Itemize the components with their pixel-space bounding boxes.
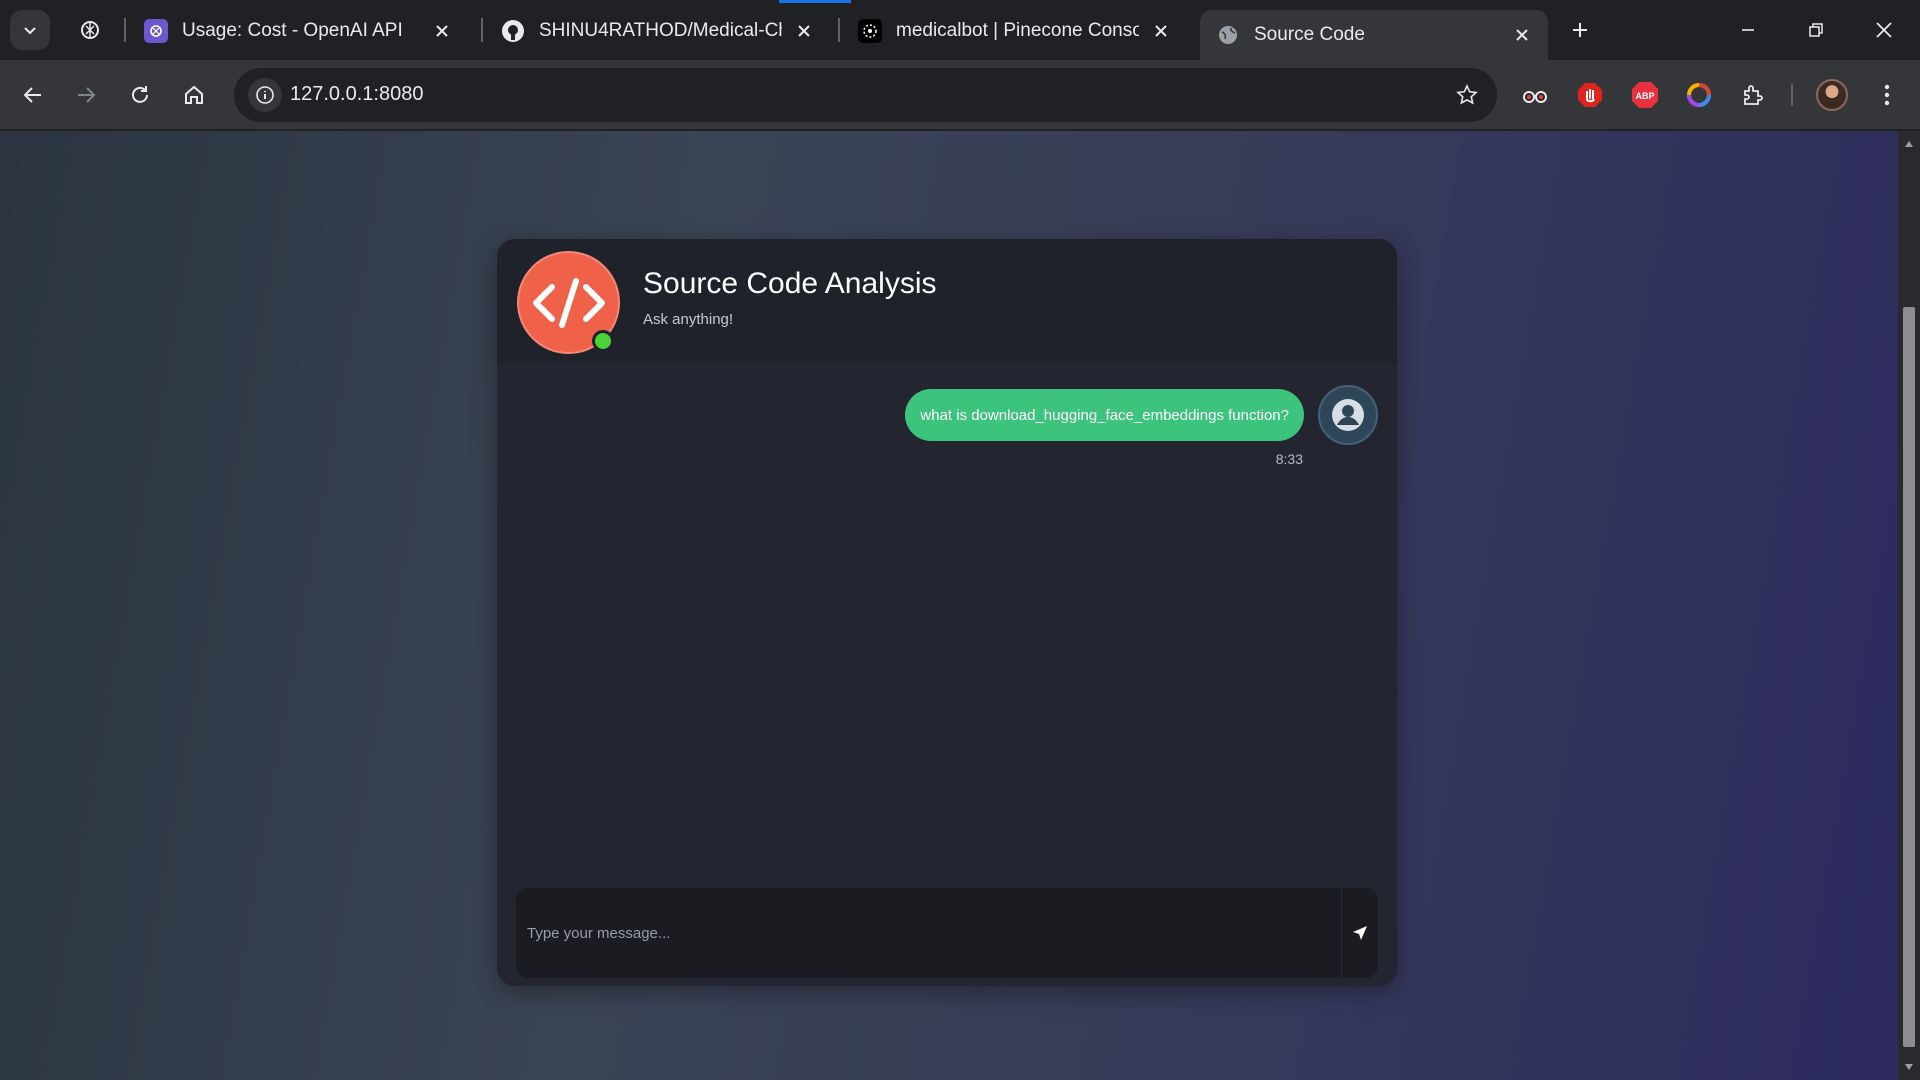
svg-text:ABP: ABP [1635,91,1654,101]
user-avatar [1318,385,1378,445]
glasses-extension-icon[interactable] [1517,77,1553,113]
tab-openai-usage[interactable]: Usage: Cost - OpenAI API [128,10,468,52]
globe-icon [1216,23,1240,47]
tab-separator [124,18,126,42]
tab-title: Usage: Cost - OpenAI API [182,20,403,41]
reload-icon [132,86,148,103]
tab-separator [838,18,840,42]
tab-strip: Usage: Cost - OpenAI API SHINU4RATHOD/Me… [0,0,1920,60]
address-bar[interactable]: 127.0.0.1:8080 [234,68,1497,122]
github-icon [501,19,525,43]
message-input[interactable] [516,888,1342,978]
page-scrollbar[interactable] [1898,131,1920,1080]
close-icon[interactable] [1149,19,1173,43]
send-icon [1353,926,1367,940]
puzzle-icon[interactable] [1735,77,1771,113]
message-list: what is download_hugging_face_embeddings… [497,363,1397,863]
close-icon [1876,22,1892,38]
bookmark-button[interactable] [1451,79,1483,111]
reload-button[interactable] [120,75,160,115]
tab-title: Source Code [1254,24,1365,45]
scroll-up-arrow-icon[interactable] [1902,137,1916,151]
menu-button[interactable] [1867,75,1907,115]
hand-stop-extension-icon[interactable] [1572,77,1608,113]
close-icon[interactable] [1510,23,1534,47]
page-viewport: Source Code Analysis Ask anything! what … [0,131,1898,1080]
user-icon [1332,399,1364,431]
tab-title: SHINU4RATHOD/Medical-Chatbot [539,20,782,41]
toolbar-separator [1791,84,1793,106]
tab-source-code[interactable]: Source Code [1200,10,1548,60]
tab-github-medical-chatbot[interactable]: SHINU4RATHOD/Medical-Chatbot [485,10,830,52]
send-button[interactable] [1342,888,1378,978]
tab-search-button[interactable] [10,10,50,50]
chat-title: Source Code Analysis [643,267,937,300]
tab-title: medicalbot | Pinecone Console [896,20,1139,41]
site-info-button[interactable] [248,78,282,112]
chat-card: Source Code Analysis Ask anything! what … [497,239,1397,986]
home-icon [185,85,203,104]
tab-pinecone-console[interactable]: medicalbot | Pinecone Console [842,10,1187,52]
back-button[interactable] [13,75,53,115]
new-tab-button[interactable] [1564,14,1596,46]
scroll-down-arrow-icon[interactable] [1902,1060,1916,1074]
close-icon[interactable] [792,19,816,43]
tab-loading-indicator [779,0,851,3]
browser-toolbar: 127.0.0.1:8080 ABP [0,60,1920,130]
tab-separator [481,18,483,42]
plus-icon [1573,23,1587,37]
chat-subtitle: Ask anything! [643,311,734,328]
forward-button[interactable] [66,75,106,115]
pinecone-icon [858,19,882,43]
more-vert-icon [1884,84,1890,106]
star-icon [1456,84,1478,105]
chatgpt-icon [81,21,99,39]
info-icon [256,86,274,104]
code-icon [532,277,605,328]
openai-icon [144,19,168,43]
url-text[interactable]: 127.0.0.1:8080 [290,83,423,106]
chevron-down-icon [24,27,36,35]
arrow-right-icon [78,87,96,103]
chat-header: Source Code Analysis Ask anything! [497,239,1397,363]
user-message-bubble: what is download_hugging_face_embeddings… [905,389,1304,441]
pinned-tab-chatgpt[interactable] [70,12,110,48]
home-button[interactable] [174,75,214,115]
arrow-left-icon [23,87,41,103]
profile-avatar[interactable] [1816,79,1848,111]
close-icon[interactable] [430,19,454,43]
minimize-button[interactable] [1726,8,1770,52]
message-timestamp: 8:33 [1275,451,1303,467]
restore-button[interactable] [1794,8,1838,52]
adblock-plus-icon[interactable]: ABP [1627,77,1663,113]
scroll-thumb[interactable] [1903,307,1915,1047]
message-input-bar [516,888,1378,978]
color-ring-extension-icon[interactable] [1681,77,1717,113]
online-status-dot [592,330,614,352]
close-window-button[interactable] [1862,8,1906,52]
restore-icon [1809,23,1823,37]
minimize-icon [1742,29,1754,31]
